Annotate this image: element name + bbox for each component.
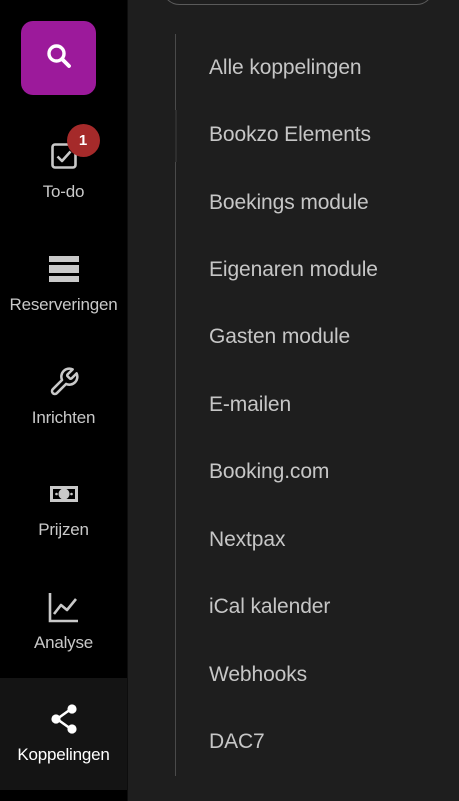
calendar-rows-icon [48,253,80,285]
wrench-icon [48,366,80,398]
nav-item-inrichten[interactable]: Inrichten [0,366,127,478]
submenu-item-bookzo-elements[interactable]: Bookzo Elements [209,123,371,147]
submenu-item-alle-koppelingen[interactable]: Alle koppelingen [209,56,362,80]
nav-item-label: Analyse [33,633,94,652]
submenu-item-ical-kalender[interactable]: iCal kalender [209,595,330,619]
nav-item-reserveringen[interactable]: Reserveringen [0,253,127,365]
todo-count-badge: 1 [66,124,100,157]
submenu-item-nextpax[interactable]: Nextpax [209,528,285,552]
koppelingen-submenu: Alle koppelingen Bookzo Elements Boeking… [175,34,445,776]
submenu-item-booking-com[interactable]: Booking.com [209,460,329,484]
nav-item-koppelingen[interactable]: Koppelingen [0,678,127,790]
top-search-field[interactable] [162,0,434,5]
nav-item-label: Reserveringen [9,295,118,314]
money-icon [48,478,80,510]
submenu-active-marker [175,110,177,162]
submenu-item-boekings-module[interactable]: Boekings module [209,191,369,215]
nav-item-to-do[interactable]: 1 To-do [0,124,127,252]
search-icon [44,41,74,76]
checkbox-icon: 1 [48,124,100,172]
submenu-item-gasten-module[interactable]: Gasten module [209,325,350,349]
nav-item-label: To-do [42,182,85,201]
submenu-item-e-mailen[interactable]: E-mailen [209,393,291,417]
rail-divider [127,0,128,801]
side-navigation-rail: 1 To-do Reserveringen Inrichten Prijzen … [0,0,127,801]
share-icon [48,703,80,735]
nav-item-label: Inrichten [31,408,96,427]
search-button[interactable] [21,21,96,95]
submenu-item-eigenaren-module[interactable]: Eigenaren module [209,258,378,282]
nav-item-prijzen[interactable]: Prijzen [0,478,127,590]
nav-item-label: Prijzen [38,520,89,539]
chart-icon [48,591,80,623]
submenu-item-dac7[interactable]: DAC7 [209,730,265,754]
submenu-item-webhooks[interactable]: Webhooks [209,663,307,687]
nav-item-label: Koppelingen [17,745,110,764]
